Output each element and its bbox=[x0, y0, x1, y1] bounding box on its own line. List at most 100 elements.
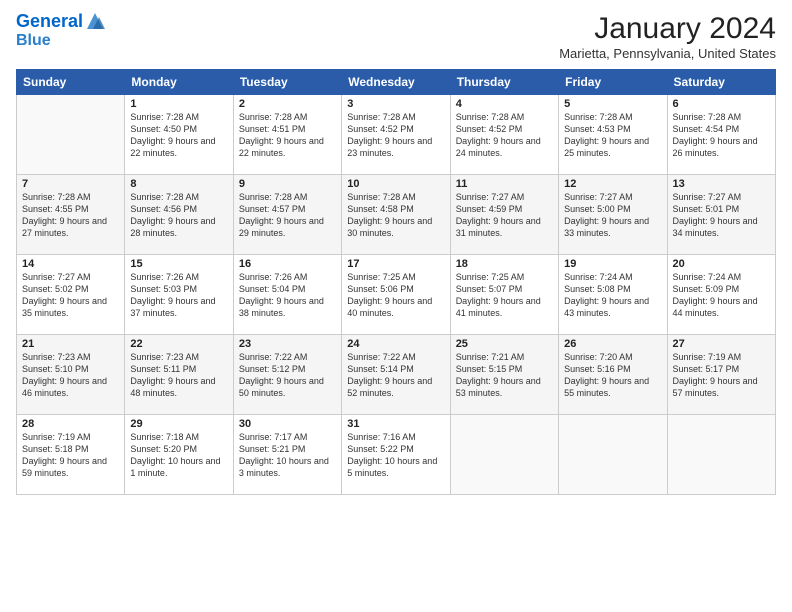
table-row: 25Sunrise: 7:21 AMSunset: 5:15 PMDayligh… bbox=[450, 335, 558, 415]
day-info: Sunrise: 7:21 AMSunset: 5:15 PMDaylight:… bbox=[456, 351, 553, 400]
table-row: 12Sunrise: 7:27 AMSunset: 5:00 PMDayligh… bbox=[559, 175, 667, 255]
table-row: 15Sunrise: 7:26 AMSunset: 5:03 PMDayligh… bbox=[125, 255, 233, 335]
day-number: 20 bbox=[673, 258, 770, 270]
day-number: 28 bbox=[22, 418, 119, 430]
table-row: 14Sunrise: 7:27 AMSunset: 5:02 PMDayligh… bbox=[17, 255, 125, 335]
day-number: 29 bbox=[130, 418, 227, 430]
day-number: 18 bbox=[456, 258, 553, 270]
table-row: 6Sunrise: 7:28 AMSunset: 4:54 PMDaylight… bbox=[667, 95, 775, 175]
col-wednesday: Wednesday bbox=[342, 70, 450, 95]
col-thursday: Thursday bbox=[450, 70, 558, 95]
day-number: 2 bbox=[239, 98, 336, 110]
table-row: 5Sunrise: 7:28 AMSunset: 4:53 PMDaylight… bbox=[559, 95, 667, 175]
day-info: Sunrise: 7:24 AMSunset: 5:08 PMDaylight:… bbox=[564, 271, 661, 320]
day-info: Sunrise: 7:19 AMSunset: 5:17 PMDaylight:… bbox=[673, 351, 770, 400]
table-row: 17Sunrise: 7:25 AMSunset: 5:06 PMDayligh… bbox=[342, 255, 450, 335]
day-info: Sunrise: 7:27 AMSunset: 5:02 PMDaylight:… bbox=[22, 271, 119, 320]
day-number: 6 bbox=[673, 98, 770, 110]
logo-text2: Blue bbox=[16, 32, 105, 50]
day-info: Sunrise: 7:28 AMSunset: 4:50 PMDaylight:… bbox=[130, 111, 227, 160]
month-title: January 2024 bbox=[559, 12, 776, 46]
day-info: Sunrise: 7:28 AMSunset: 4:57 PMDaylight:… bbox=[239, 191, 336, 240]
title-block: January 2024 Marietta, Pennsylvania, Uni… bbox=[559, 12, 776, 61]
table-row: 26Sunrise: 7:20 AMSunset: 5:16 PMDayligh… bbox=[559, 335, 667, 415]
table-row: 28Sunrise: 7:19 AMSunset: 5:18 PMDayligh… bbox=[17, 415, 125, 495]
day-info: Sunrise: 7:23 AMSunset: 5:11 PMDaylight:… bbox=[130, 351, 227, 400]
col-sunday: Sunday bbox=[17, 70, 125, 95]
day-number: 1 bbox=[130, 98, 227, 110]
day-info: Sunrise: 7:25 AMSunset: 5:06 PMDaylight:… bbox=[347, 271, 444, 320]
calendar-week-row: 1Sunrise: 7:28 AMSunset: 4:50 PMDaylight… bbox=[17, 95, 776, 175]
table-row: 11Sunrise: 7:27 AMSunset: 4:59 PMDayligh… bbox=[450, 175, 558, 255]
day-number: 19 bbox=[564, 258, 661, 270]
table-row bbox=[450, 415, 558, 495]
day-info: Sunrise: 7:28 AMSunset: 4:55 PMDaylight:… bbox=[22, 191, 119, 240]
day-info: Sunrise: 7:26 AMSunset: 5:04 PMDaylight:… bbox=[239, 271, 336, 320]
table-row: 21Sunrise: 7:23 AMSunset: 5:10 PMDayligh… bbox=[17, 335, 125, 415]
col-tuesday: Tuesday bbox=[233, 70, 341, 95]
day-info: Sunrise: 7:28 AMSunset: 4:51 PMDaylight:… bbox=[239, 111, 336, 160]
table-row: 22Sunrise: 7:23 AMSunset: 5:11 PMDayligh… bbox=[125, 335, 233, 415]
day-info: Sunrise: 7:27 AMSunset: 5:01 PMDaylight:… bbox=[673, 191, 770, 240]
day-number: 17 bbox=[347, 258, 444, 270]
day-number: 23 bbox=[239, 338, 336, 350]
day-info: Sunrise: 7:18 AMSunset: 5:20 PMDaylight:… bbox=[130, 431, 227, 480]
day-number: 3 bbox=[347, 98, 444, 110]
day-number: 14 bbox=[22, 258, 119, 270]
table-row: 23Sunrise: 7:22 AMSunset: 5:12 PMDayligh… bbox=[233, 335, 341, 415]
logo: General Blue bbox=[16, 12, 105, 49]
day-number: 9 bbox=[239, 178, 336, 190]
day-info: Sunrise: 7:19 AMSunset: 5:18 PMDaylight:… bbox=[22, 431, 119, 480]
table-row: 29Sunrise: 7:18 AMSunset: 5:20 PMDayligh… bbox=[125, 415, 233, 495]
day-number: 8 bbox=[130, 178, 227, 190]
table-row: 20Sunrise: 7:24 AMSunset: 5:09 PMDayligh… bbox=[667, 255, 775, 335]
day-info: Sunrise: 7:22 AMSunset: 5:14 PMDaylight:… bbox=[347, 351, 444, 400]
day-number: 15 bbox=[130, 258, 227, 270]
day-number: 13 bbox=[673, 178, 770, 190]
calendar-table: Sunday Monday Tuesday Wednesday Thursday… bbox=[16, 69, 776, 495]
table-row: 19Sunrise: 7:24 AMSunset: 5:08 PMDayligh… bbox=[559, 255, 667, 335]
table-row: 30Sunrise: 7:17 AMSunset: 5:21 PMDayligh… bbox=[233, 415, 341, 495]
location: Marietta, Pennsylvania, United States bbox=[559, 46, 776, 61]
day-number: 16 bbox=[239, 258, 336, 270]
day-info: Sunrise: 7:25 AMSunset: 5:07 PMDaylight:… bbox=[456, 271, 553, 320]
day-info: Sunrise: 7:23 AMSunset: 5:10 PMDaylight:… bbox=[22, 351, 119, 400]
day-number: 4 bbox=[456, 98, 553, 110]
day-info: Sunrise: 7:27 AMSunset: 5:00 PMDaylight:… bbox=[564, 191, 661, 240]
day-number: 11 bbox=[456, 178, 553, 190]
col-friday: Friday bbox=[559, 70, 667, 95]
calendar-week-row: 7Sunrise: 7:28 AMSunset: 4:55 PMDaylight… bbox=[17, 175, 776, 255]
calendar-header-row: Sunday Monday Tuesday Wednesday Thursday… bbox=[17, 70, 776, 95]
calendar-week-row: 14Sunrise: 7:27 AMSunset: 5:02 PMDayligh… bbox=[17, 255, 776, 335]
table-row: 7Sunrise: 7:28 AMSunset: 4:55 PMDaylight… bbox=[17, 175, 125, 255]
table-row: 3Sunrise: 7:28 AMSunset: 4:52 PMDaylight… bbox=[342, 95, 450, 175]
day-number: 25 bbox=[456, 338, 553, 350]
day-info: Sunrise: 7:26 AMSunset: 5:03 PMDaylight:… bbox=[130, 271, 227, 320]
day-info: Sunrise: 7:24 AMSunset: 5:09 PMDaylight:… bbox=[673, 271, 770, 320]
logo-text: General bbox=[16, 12, 83, 32]
day-info: Sunrise: 7:17 AMSunset: 5:21 PMDaylight:… bbox=[239, 431, 336, 480]
table-row: 8Sunrise: 7:28 AMSunset: 4:56 PMDaylight… bbox=[125, 175, 233, 255]
day-info: Sunrise: 7:16 AMSunset: 5:22 PMDaylight:… bbox=[347, 431, 444, 480]
logo-icon bbox=[85, 11, 105, 31]
day-number: 7 bbox=[22, 178, 119, 190]
day-info: Sunrise: 7:28 AMSunset: 4:53 PMDaylight:… bbox=[564, 111, 661, 160]
day-number: 31 bbox=[347, 418, 444, 430]
table-row: 4Sunrise: 7:28 AMSunset: 4:52 PMDaylight… bbox=[450, 95, 558, 175]
table-row: 27Sunrise: 7:19 AMSunset: 5:17 PMDayligh… bbox=[667, 335, 775, 415]
day-number: 27 bbox=[673, 338, 770, 350]
day-info: Sunrise: 7:27 AMSunset: 4:59 PMDaylight:… bbox=[456, 191, 553, 240]
day-number: 26 bbox=[564, 338, 661, 350]
day-number: 30 bbox=[239, 418, 336, 430]
table-row: 9Sunrise: 7:28 AMSunset: 4:57 PMDaylight… bbox=[233, 175, 341, 255]
table-row bbox=[667, 415, 775, 495]
col-saturday: Saturday bbox=[667, 70, 775, 95]
table-row: 24Sunrise: 7:22 AMSunset: 5:14 PMDayligh… bbox=[342, 335, 450, 415]
day-info: Sunrise: 7:28 AMSunset: 4:58 PMDaylight:… bbox=[347, 191, 444, 240]
day-info: Sunrise: 7:28 AMSunset: 4:56 PMDaylight:… bbox=[130, 191, 227, 240]
table-row bbox=[559, 415, 667, 495]
day-info: Sunrise: 7:28 AMSunset: 4:52 PMDaylight:… bbox=[456, 111, 553, 160]
day-info: Sunrise: 7:20 AMSunset: 5:16 PMDaylight:… bbox=[564, 351, 661, 400]
page-header: General Blue January 2024 Marietta, Penn… bbox=[16, 12, 776, 61]
table-row bbox=[17, 95, 125, 175]
